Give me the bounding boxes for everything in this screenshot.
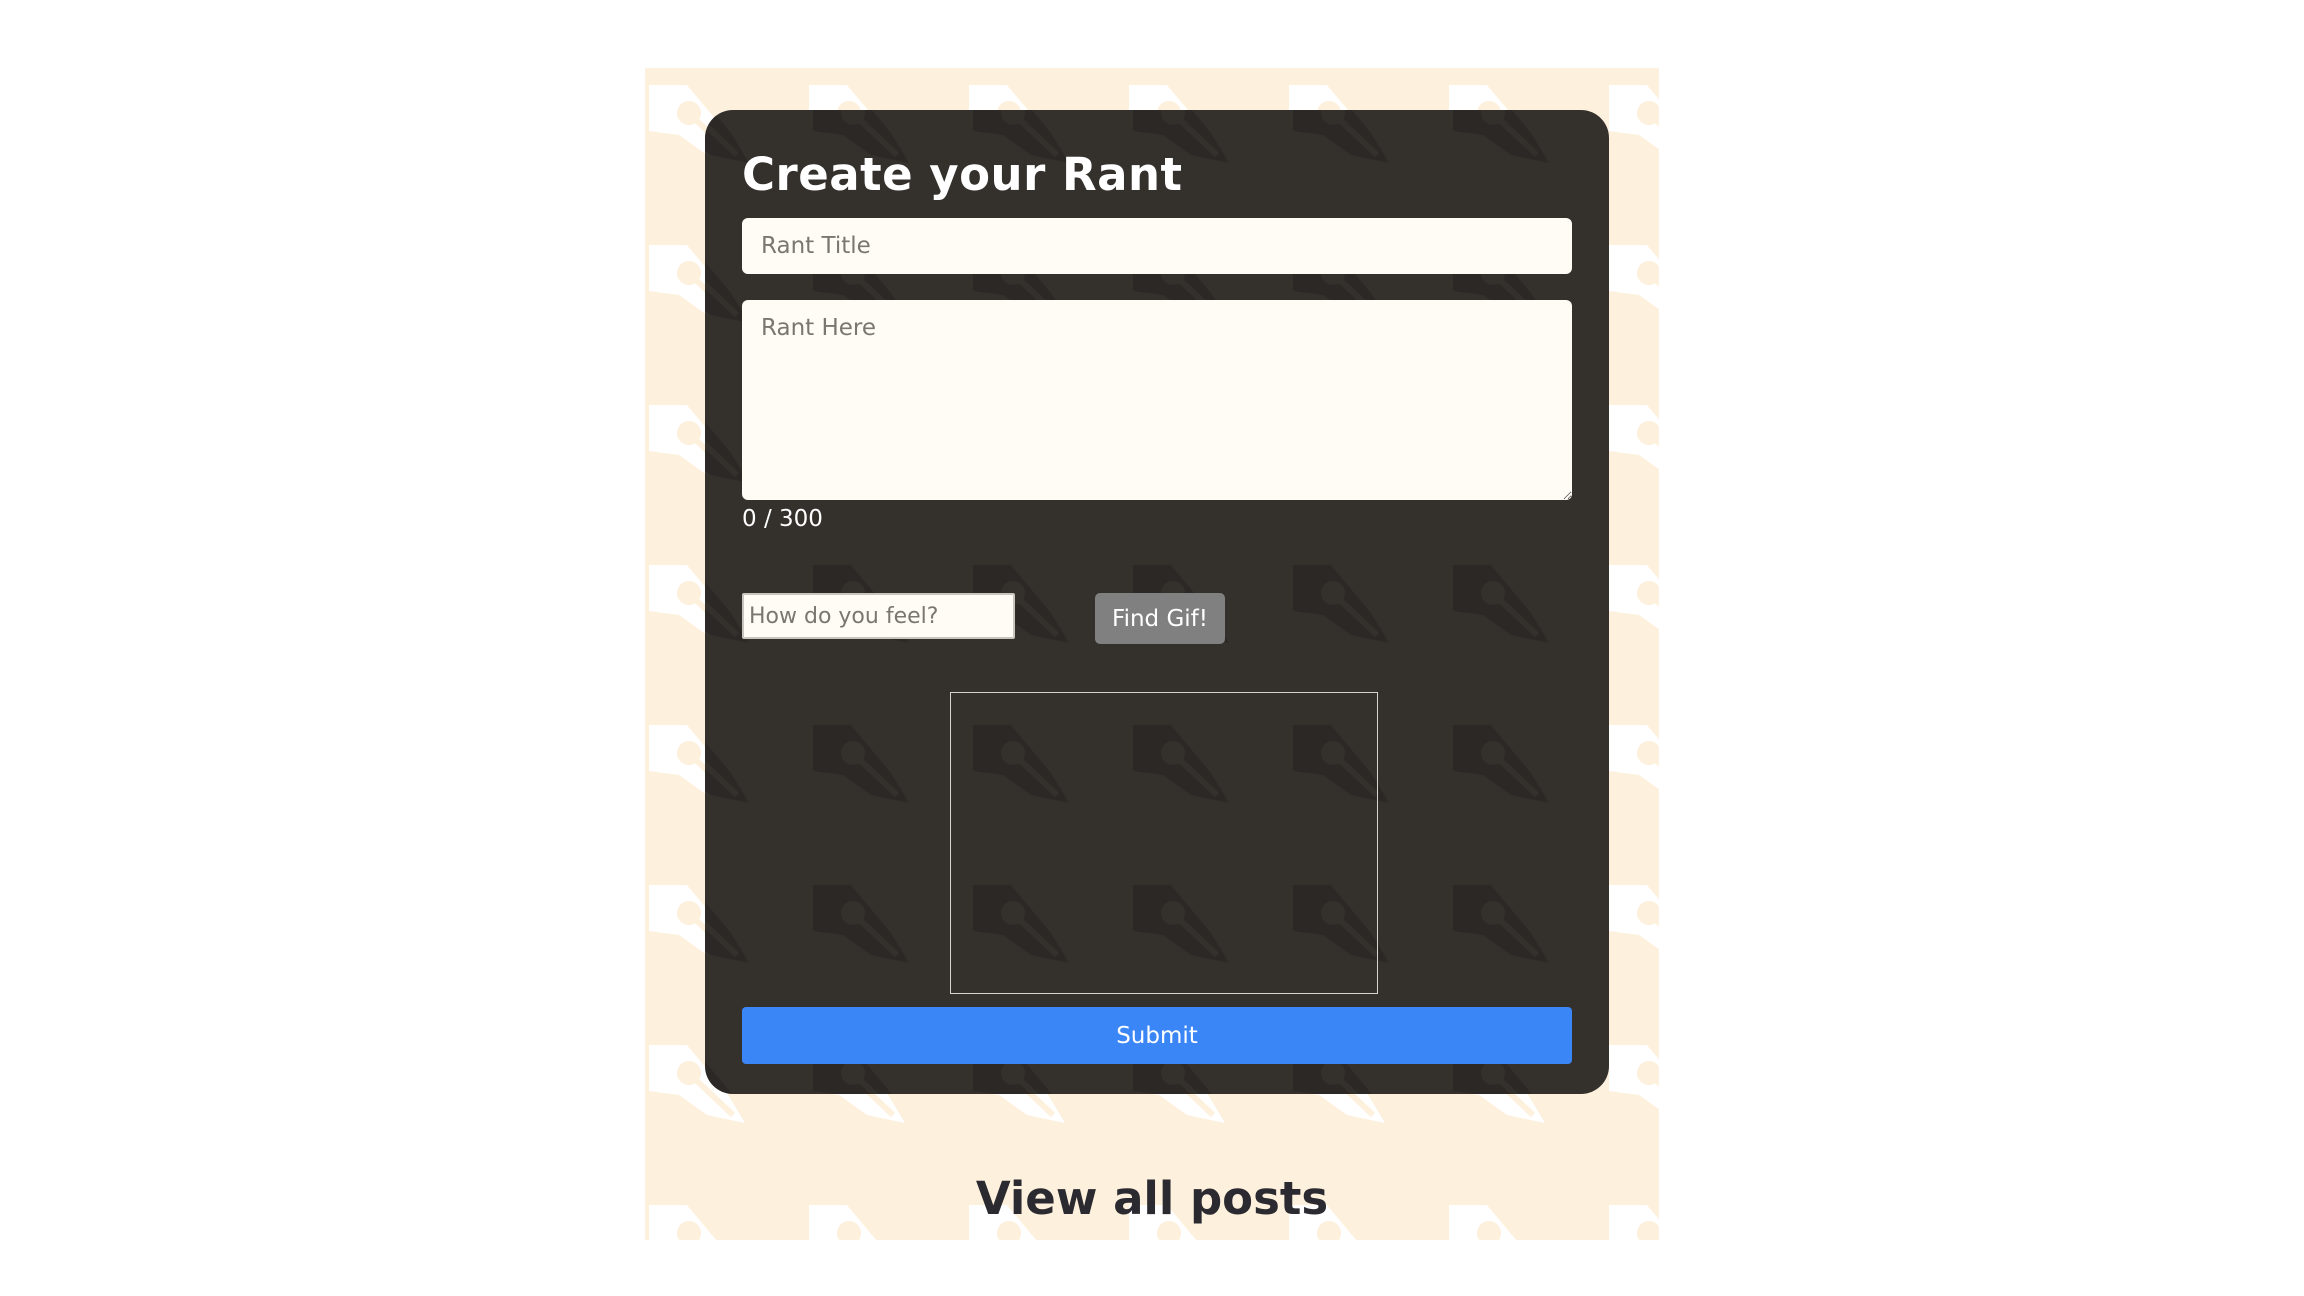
submit-button[interactable]: Submit [742,1007,1572,1064]
rant-body-textarea[interactable] [742,300,1572,500]
view-all-posts-link[interactable]: View all posts [645,1172,1659,1225]
page-title: Create your Rant [742,148,1183,201]
gif-preview-area [950,692,1378,994]
character-counter: 0 / 300 [742,506,823,532]
create-rant-card: Create your Rant 0 / 300 Find Gif! Submi… [705,110,1609,1094]
feeling-search-input[interactable] [742,593,1015,639]
rant-title-input[interactable] [742,218,1572,274]
find-gif-button[interactable]: Find Gif! [1095,593,1225,644]
